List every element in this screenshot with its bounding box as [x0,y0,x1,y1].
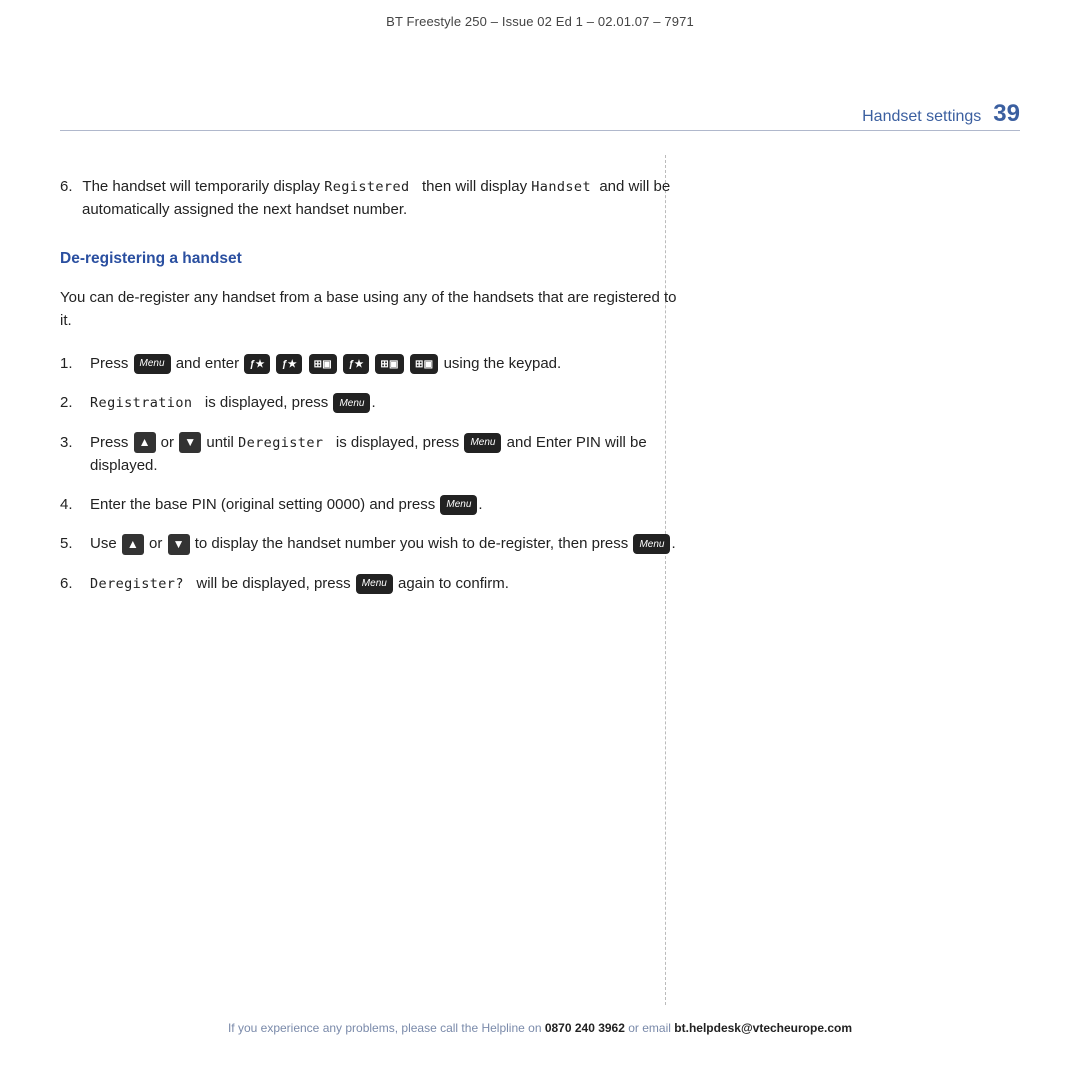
step-4: 4. Enter the base PIN (original setting … [60,493,680,516]
page-header: BT Freestyle 250 – Issue 02 Ed 1 – 02.01… [0,0,1080,39]
menu-key-1: Menu [134,354,171,374]
header-divider [60,130,1020,131]
up-key-2: ▲ [122,534,144,555]
menu-key-3: Menu [464,433,501,453]
menu-key-6: Menu [356,574,393,594]
menu-key-2: Menu [333,393,370,413]
footer-email: bt.helpdesk@vtecheurope.com [674,1021,852,1035]
deregister-intro: You can de-register any handset from a b… [60,286,680,333]
main-content: 6. The handset will temporarily display … [60,175,680,611]
footer-text-before: If you experience any problems, please c… [228,1021,545,1035]
step-1: 1. Press Menu and enter ƒ★ ƒ★ ⊞▣ ƒ★ ⊞▣ ⊞… [60,352,680,375]
footer-text-middle: or email [625,1021,674,1035]
key-fstar-1: ƒ★ [244,354,270,374]
key-hash-1: ⊞▣ [309,354,337,374]
menu-key-5: Menu [633,534,670,554]
steps-list: 1. Press Menu and enter ƒ★ ƒ★ ⊞▣ ƒ★ ⊞▣ ⊞… [60,352,680,595]
step-2: 2. Registration is displayed, press Menu… [60,391,680,414]
step-6-intro: 6. The handset will temporarily display … [60,175,680,222]
page-number: 39 [993,100,1020,128]
step-5: 5. Use ▲ or ▼ to display the handset num… [60,532,680,555]
section-title: Handset settings [862,108,981,126]
down-key-1: ▼ [179,432,201,453]
key-hash-3: ⊞▣ [410,354,438,374]
key-fstar-2: ƒ★ [276,354,302,374]
menu-key-4: Menu [440,495,477,515]
key-hash-2: ⊞▣ [375,354,403,374]
step-6: 6. Deregister? will be displayed, press … [60,572,680,595]
deregister-heading: De-registering a handset [60,250,680,268]
key-fstar-3: ƒ★ [343,354,369,374]
step-3: 3. Press ▲ or ▼ until Deregister is disp… [60,431,680,478]
footer-phone: 0870 240 3962 [545,1021,625,1035]
down-key-2: ▼ [168,534,190,555]
footer: If you experience any problems, please c… [0,1021,1080,1035]
up-key-1: ▲ [134,432,156,453]
